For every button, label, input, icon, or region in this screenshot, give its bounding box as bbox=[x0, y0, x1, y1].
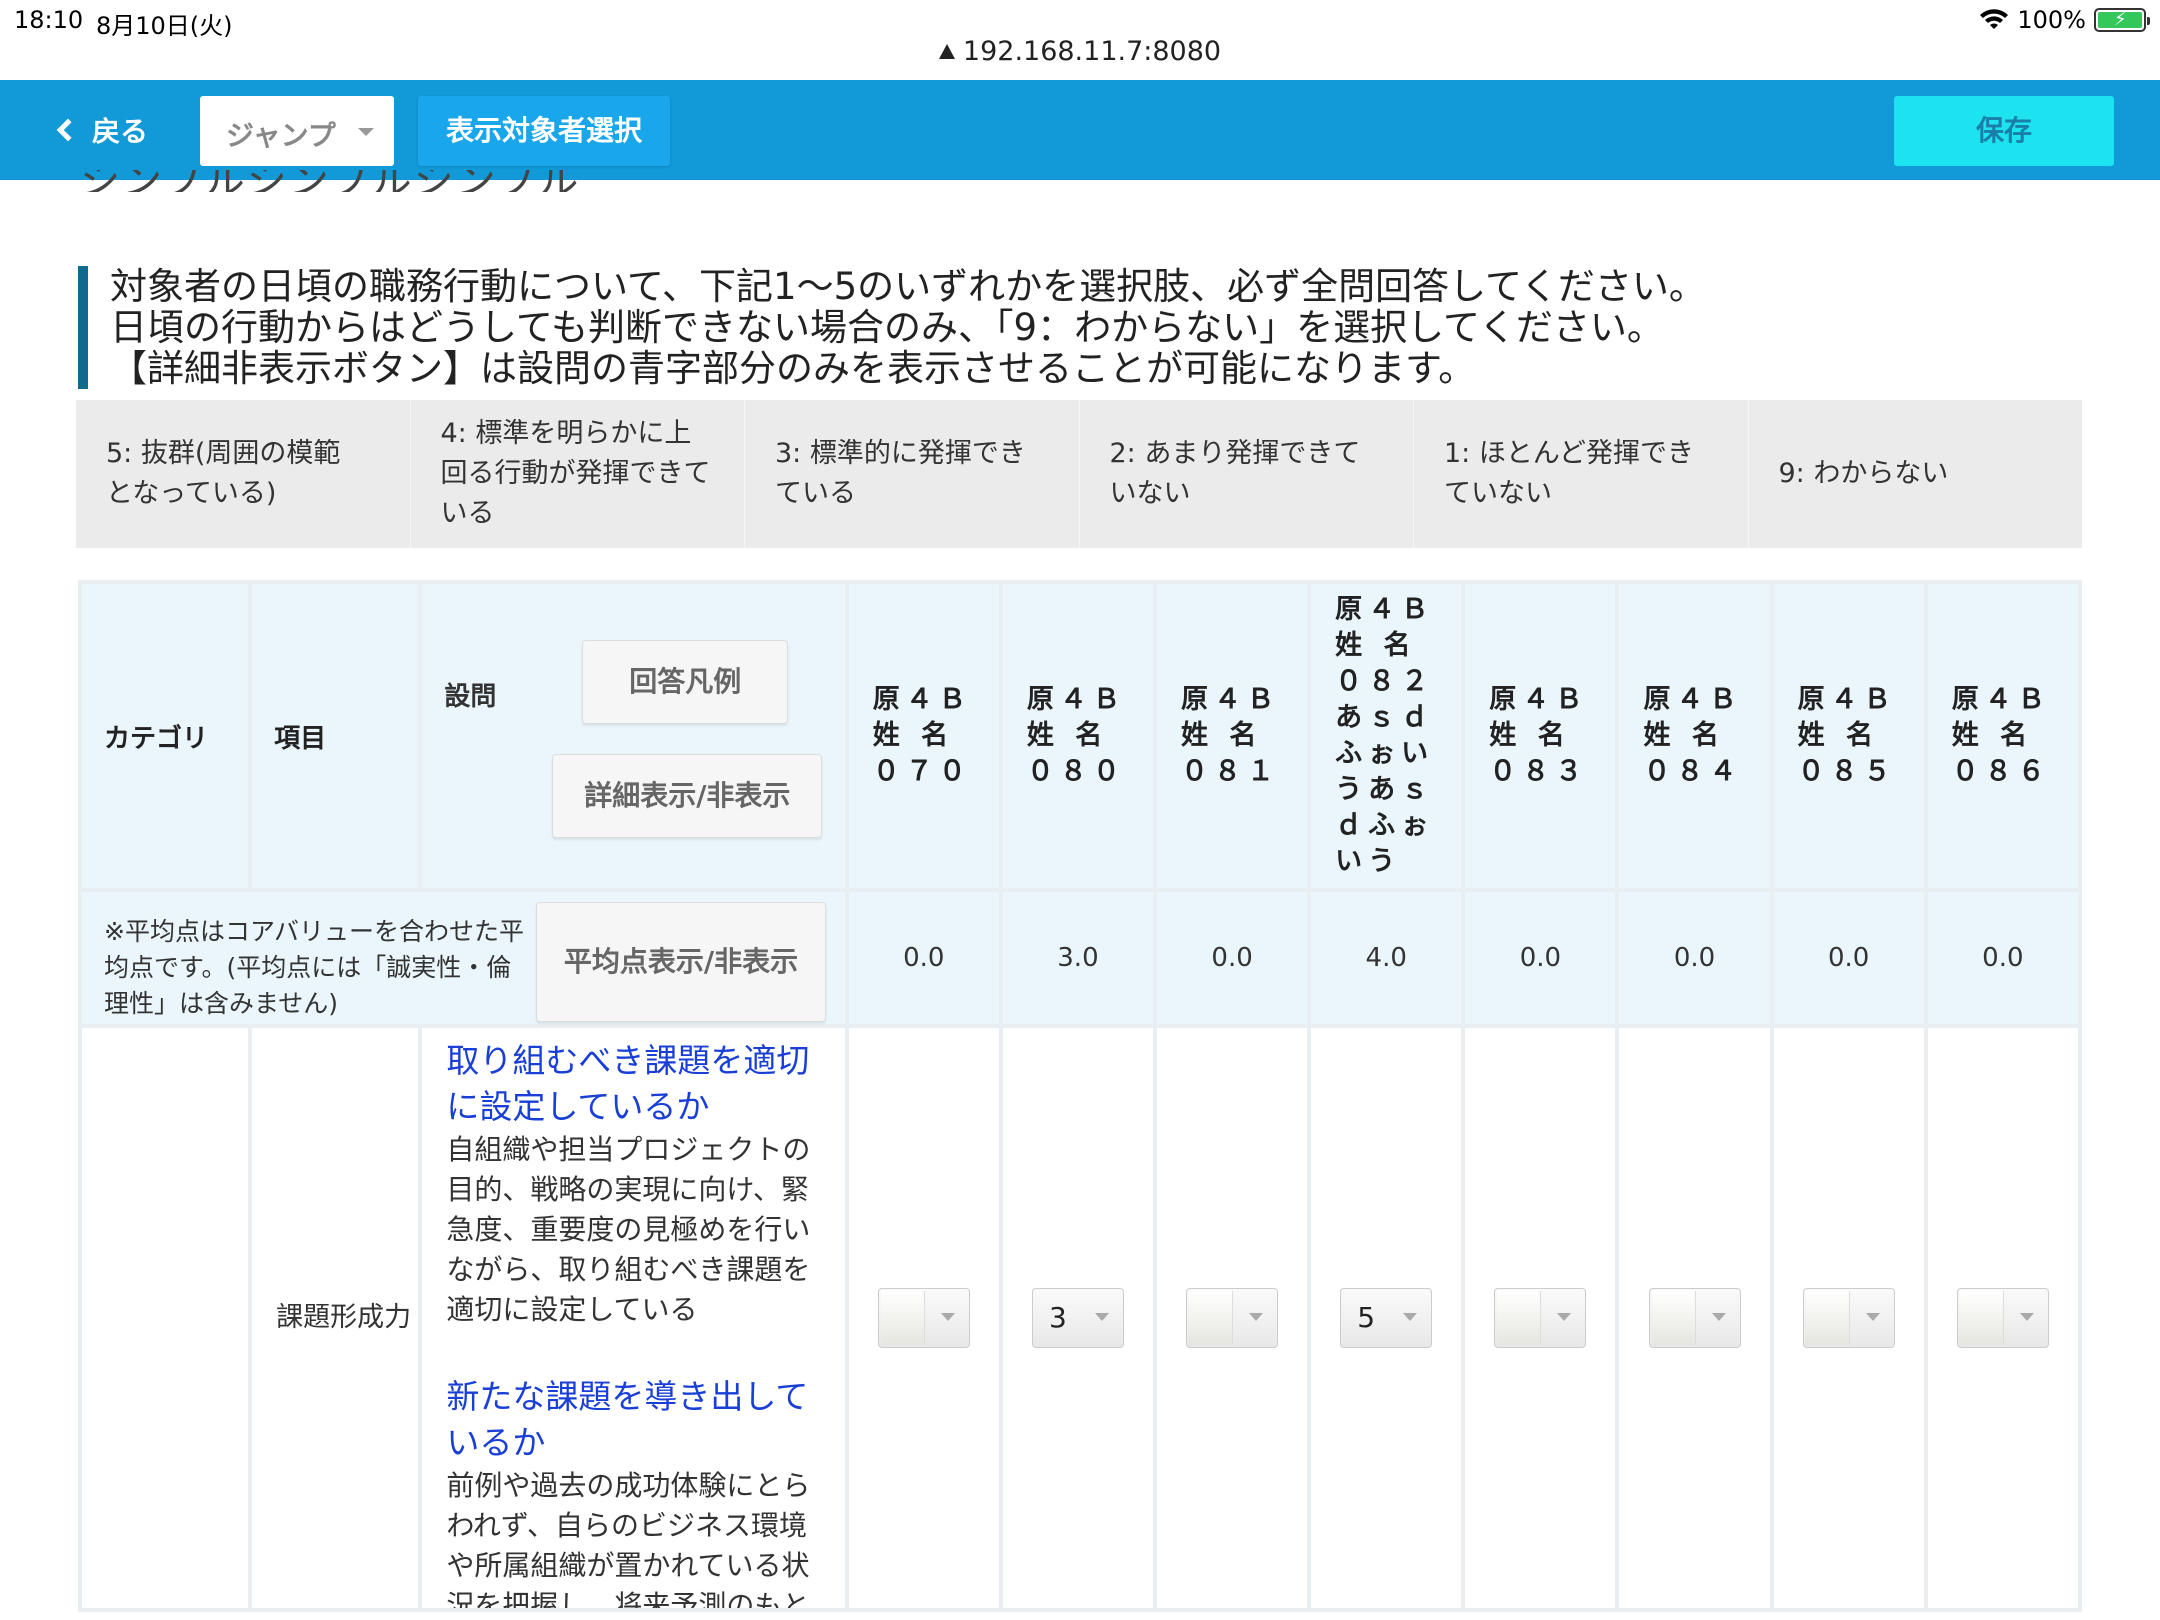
wifi-icon bbox=[1980, 9, 2009, 29]
detail-toggle-button[interactable]: 詳細表示/非表示 bbox=[552, 754, 823, 838]
chevron-down-icon bbox=[1711, 1313, 1726, 1321]
chevron-down-icon bbox=[2019, 1313, 2034, 1321]
chevron-down-icon bbox=[1865, 1313, 1880, 1321]
average-score: 0.0 bbox=[1769, 888, 1928, 1028]
category-header: カテゴリ bbox=[77, 580, 253, 892]
legend-item: 2: あまり発揮できていない bbox=[1080, 400, 1414, 548]
select-box bbox=[1189, 1291, 1234, 1345]
chevron-down-icon bbox=[940, 1313, 955, 1321]
url-text: 192.168.11.7:8080 bbox=[962, 36, 1222, 67]
average-score: 0.0 bbox=[1923, 888, 2083, 1028]
question-header: 設問 回答凡例 詳細表示/非表示 bbox=[418, 580, 849, 892]
top-navbar: 戻る ジャンプ 表示対象者選択 保存 bbox=[0, 80, 2160, 180]
average-score: 4.0 bbox=[1307, 888, 1466, 1028]
back-button[interactable]: 戻る bbox=[56, 110, 149, 150]
instruction-line: 【詳細非表示ボタン】は設問の青字部分のみを表示させることが可能になります。 bbox=[110, 347, 1476, 390]
person-header: 原４Ｂ 姓 名 ０８２ あｓｄふぉいうあｓｄふぉいう bbox=[1307, 580, 1466, 892]
jump-dropdown[interactable]: ジャンプ bbox=[200, 96, 394, 166]
answer-cell: 5 bbox=[1307, 1024, 1466, 1612]
person-header: 原４Ｂ 姓 名 ０８０ bbox=[998, 580, 1158, 892]
header-row: カテゴリ 項目 設問 回答凡例 詳細表示/非表示 原４Ｂ 姓 名 ０７０ 原４Ｂ… bbox=[77, 580, 2083, 892]
battery-icon: ⚡ bbox=[2094, 8, 2150, 32]
average-score: 0.0 bbox=[844, 888, 1003, 1028]
person-header: 原４Ｂ 姓 名 ０７０ bbox=[844, 580, 1003, 892]
jump-label: ジャンプ bbox=[226, 119, 336, 152]
item-header: 項目 bbox=[248, 580, 423, 892]
warning-icon bbox=[938, 44, 955, 59]
legend-item: 5: 抜群(周囲の模範となっている) bbox=[76, 400, 411, 548]
select-box bbox=[1805, 1291, 1850, 1345]
item-cell: 課題形成力 bbox=[248, 1024, 423, 1612]
select-box bbox=[1651, 1291, 1696, 1345]
evaluation-table: カテゴリ 項目 設問 回答凡例 詳細表示/非表示 原４Ｂ 姓 名 ０７０ 原４Ｂ… bbox=[77, 580, 2083, 1612]
person-header: 原４Ｂ 姓 名 ０８４ bbox=[1615, 580, 1774, 892]
chevron-down-icon bbox=[1249, 1313, 1264, 1321]
battery-percent: 100% bbox=[2017, 6, 2086, 34]
answer-select[interactable] bbox=[1956, 1288, 2049, 1348]
category-cell bbox=[77, 1024, 253, 1612]
save-button[interactable]: 保存 bbox=[1894, 96, 2114, 166]
average-score: 0.0 bbox=[1153, 888, 1312, 1028]
question-title: 取り組むべき課題を適切に設定しているか bbox=[446, 1041, 810, 1126]
average-note-cell: ※平均点はコアバリューを合わせた平均点です。(平均点には「誠実性・倫理性」は含み… bbox=[78, 888, 849, 1028]
answer-select[interactable] bbox=[1648, 1288, 1741, 1348]
average-row: ※平均点はコアバリューを合わせた平均点です。(平均点には「誠実性・倫理性」は含み… bbox=[78, 888, 2083, 1028]
person-header: 原４Ｂ 姓 名 ０８１ bbox=[1153, 580, 1312, 892]
answer-legend: 5: 抜群(周囲の模範となっている) 4: 標準を明らかに上回る行動が発揮できて… bbox=[76, 400, 2082, 548]
select-box bbox=[1497, 1291, 1542, 1345]
legend-item: 4: 標準を明らかに上回る行動が発揮できている bbox=[411, 400, 745, 548]
back-label: 戻る bbox=[92, 115, 149, 148]
question-cell: 取り組むべき課題を適切に設定しているか 自組織や担当プロジェクトの目的、戦略の実… bbox=[418, 1024, 849, 1612]
average-toggle-button[interactable]: 平均点表示/非表示 bbox=[536, 902, 826, 1022]
answer-legend-button[interactable]: 回答凡例 bbox=[582, 640, 789, 724]
person-header: 原４Ｂ 姓 名 ０８６ bbox=[1923, 580, 2083, 892]
average-score: 3.0 bbox=[998, 888, 1158, 1028]
legend-item: 1: ほとんど発揮できていない bbox=[1414, 400, 1749, 548]
chevron-down-icon bbox=[1403, 1313, 1418, 1321]
select-box bbox=[880, 1291, 925, 1345]
average-note: ※平均点はコアバリューを合わせた平均点です。(平均点には「誠実性・倫理性」は含み… bbox=[104, 917, 524, 1018]
question-description: 自組織や担当プロジェクトの目的、戦略の実現に向け、緊急度、重要度の見極めを行いな… bbox=[446, 1133, 811, 1326]
average-score: 0.0 bbox=[1461, 888, 1620, 1028]
caret-down-icon bbox=[358, 128, 374, 136]
answer-cell bbox=[1769, 1024, 1928, 1612]
person-header: 原４Ｂ 姓 名 ０８５ bbox=[1769, 580, 1928, 892]
chevron-down-icon bbox=[1094, 1313, 1109, 1321]
answer-cell bbox=[1923, 1024, 2083, 1612]
instruction-line: 日頃の行動からはどうしても判断できない場合のみ、「9：わからない」を選択してくだ… bbox=[110, 306, 1664, 349]
answer-select[interactable] bbox=[1494, 1288, 1587, 1348]
answer-select[interactable] bbox=[1802, 1288, 1895, 1348]
answer-cell bbox=[844, 1024, 1003, 1612]
average-score: 0.0 bbox=[1615, 888, 1774, 1028]
status-time: 18:10 bbox=[14, 6, 84, 34]
question-header-label: 設問 bbox=[444, 682, 497, 712]
answer-select[interactable] bbox=[877, 1288, 970, 1348]
answer-select[interactable] bbox=[1186, 1288, 1279, 1348]
page-title: シンプルシンプルシンプル bbox=[80, 170, 580, 192]
question-description: 前例や過去の成功体験にとらわれず、自らのビジネス環境や所属組織が置かれている状況… bbox=[446, 1469, 811, 1608]
table-row: 課題形成力 取り組むべき課題を適切に設定しているか 自組織や担当プロジェクトの目… bbox=[77, 1024, 2083, 1612]
select-target-button[interactable]: 表示対象者選択 bbox=[418, 96, 670, 166]
legend-item: 9: わからない bbox=[1778, 458, 1949, 489]
chevron-down-icon bbox=[1557, 1313, 1572, 1321]
answer-select[interactable]: 5 bbox=[1340, 1288, 1433, 1348]
chevron-left-icon bbox=[56, 118, 80, 142]
answer-select[interactable]: 3 bbox=[1031, 1288, 1124, 1348]
answer-cell bbox=[1461, 1024, 1620, 1612]
answer-cell bbox=[1153, 1024, 1312, 1612]
answer-cell: 3 bbox=[998, 1024, 1158, 1612]
instructions: 対象者の日頃の職務行動について、下記1〜5のいずれかを選択肢、必ず全問回答してく… bbox=[78, 266, 1706, 389]
question-title: 新たな課題を導き出しているか bbox=[446, 1377, 809, 1462]
answer-cell bbox=[1615, 1024, 1774, 1612]
select-box bbox=[1959, 1291, 2004, 1345]
address-bar[interactable]: 192.168.11.7:8080 bbox=[0, 36, 2160, 67]
person-header: 原４Ｂ 姓 名 ０８３ bbox=[1461, 580, 1620, 892]
legend-item: 3: 標準的に発揮できている bbox=[745, 400, 1080, 548]
instruction-line: 対象者の日頃の職務行動について、下記1〜5のいずれかを選択肢、必ず全問回答してく… bbox=[110, 265, 1706, 308]
